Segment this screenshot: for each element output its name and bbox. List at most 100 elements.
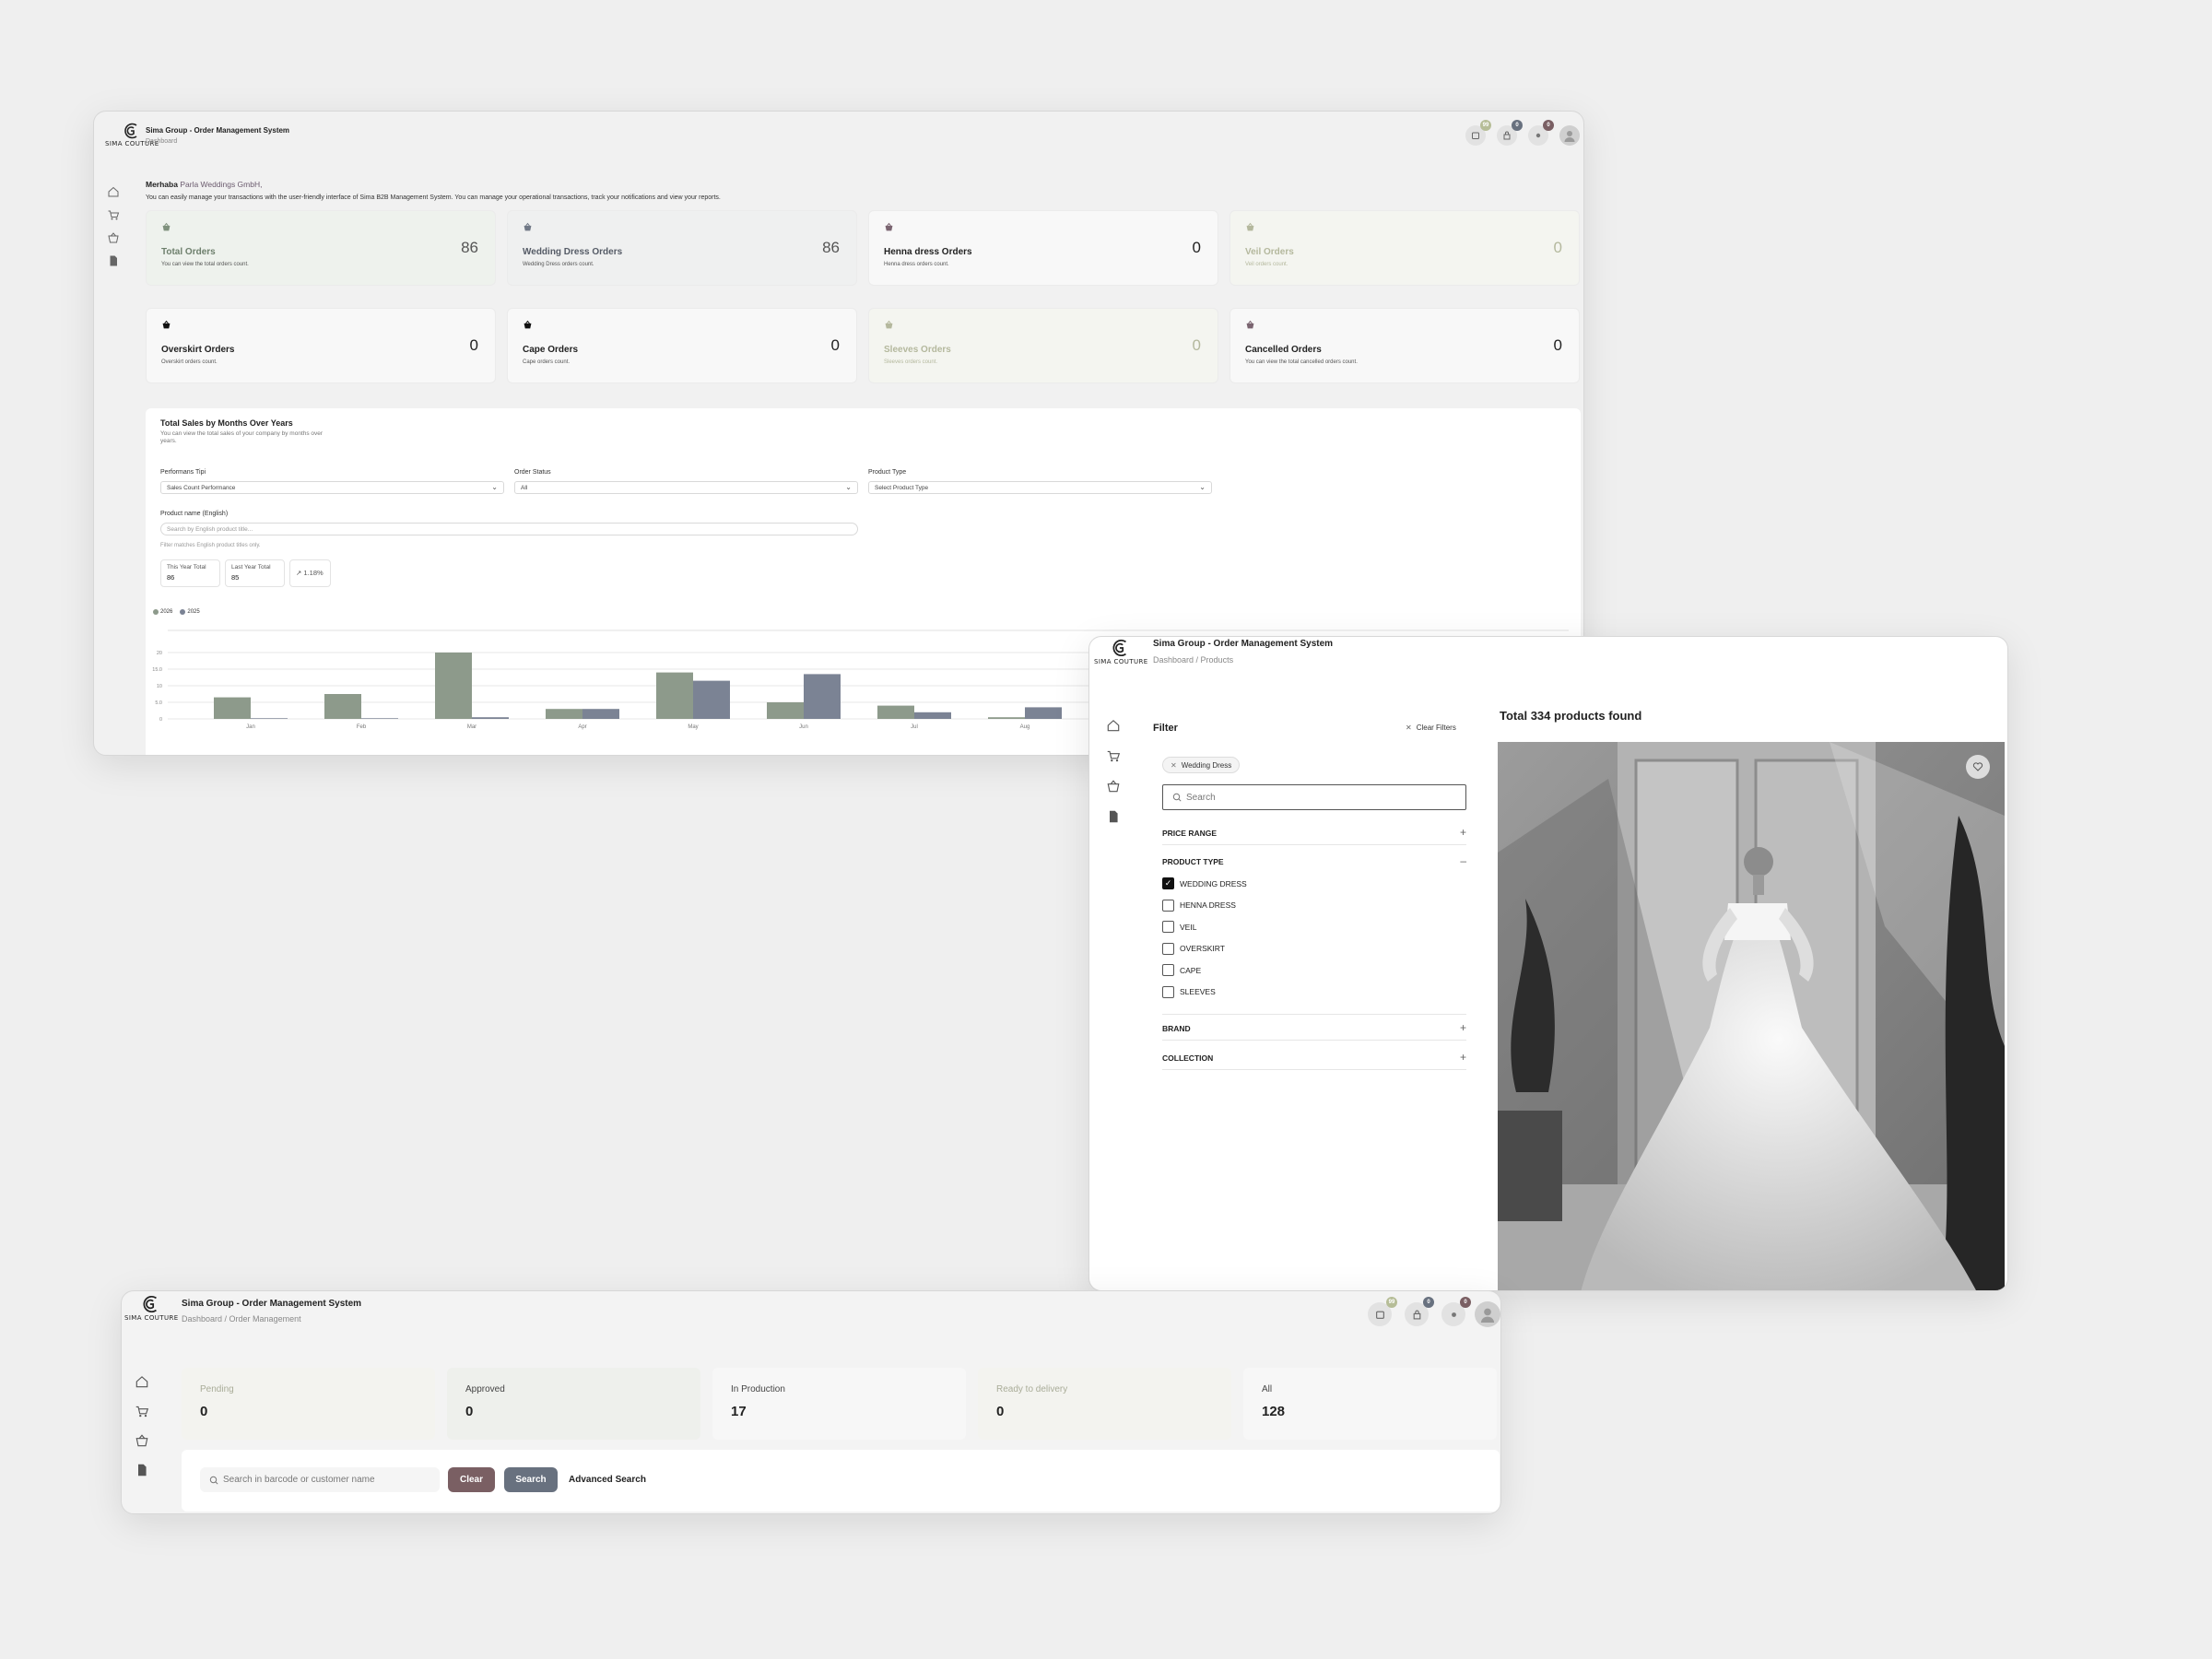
product-type-option[interactable]: HENNA DRESS [1162,895,1247,917]
breadcrumb: Dashboard / Order Management [182,1314,301,1324]
change-percent: ↗ 1.18% [289,559,331,587]
card-description: Henna dress orders count. [884,262,949,267]
product-type-option[interactable]: SLEEVES [1162,982,1247,1004]
order-search-input[interactable]: Search in barcode or customer name [200,1467,440,1492]
order-card[interactable]: Veil Orders Veil orders count. 0 [1230,210,1580,286]
bar-2026-jan [214,697,251,719]
product-type-option[interactable]: ✓ WEDDING DRESS [1162,873,1247,895]
status-card[interactable]: In Production 17 [712,1368,966,1440]
checkbox-icon[interactable] [1162,964,1174,977]
order-status-select[interactable]: All ⌄ [514,481,858,494]
plus-icon: + [1459,1051,1466,1064]
active-filter-chip[interactable]: ✕ Wedding Dress [1162,757,1241,773]
breadcrumb-dashboard[interactable]: Dashboard [1153,655,1194,665]
cart-icon[interactable] [107,208,120,221]
home-icon[interactable] [107,185,120,198]
clear-filters-button[interactable]: ✕ Clear Filters [1406,724,1456,732]
product-type-option[interactable]: VEIL [1162,916,1247,938]
avatar[interactable] [1475,1301,1500,1327]
clear-button[interactable]: Clear [448,1467,495,1492]
orders-button[interactable]: 99 [1465,120,1491,146]
breadcrumb-order-management[interactable]: Order Management [229,1314,301,1324]
bell-icon [1535,133,1541,138]
product-search-input[interactable]: Search [1162,784,1466,810]
cart-button[interactable]: 0 [1497,120,1523,146]
option-label: OVERSKIRT [1180,944,1225,954]
status-card[interactable]: All 128 [1243,1368,1497,1440]
breadcrumb-products[interactable]: Products [1201,655,1234,665]
app-title: Sima Group - Order Management System [182,1299,362,1309]
search-button[interactable]: Search [504,1467,558,1492]
plus-icon: + [1459,1021,1466,1034]
order-card[interactable]: Sleeves Orders Sleeves orders count. 0 [868,308,1218,383]
legend-item-2026[interactable]: 2026 [153,609,172,615]
legend-item-2025[interactable]: 2025 [180,609,200,615]
status-card[interactable]: Ready to delivery 0 [978,1368,1231,1440]
order-card[interactable]: Cape Orders Cape orders count. 0 [507,308,857,383]
orders-icon [1375,1311,1384,1319]
card-value: 0 [830,336,840,354]
status-label: Approved [465,1384,505,1394]
basket-icon[interactable] [135,1433,149,1448]
favorite-button[interactable] [1966,755,1990,779]
checkbox-icon[interactable] [1162,921,1174,934]
close-icon[interactable]: ✕ [1171,761,1177,770]
product-type-select[interactable]: Select Product Type ⌄ [868,481,1212,494]
logo[interactable]: SIMA COUTURE [1094,639,1148,665]
price-range-section[interactable]: PRICE RANGE + [1162,827,1466,845]
order-card[interactable]: Cancelled Orders You can view the total c… [1230,308,1580,383]
card-value: 0 [1192,239,1201,256]
product-name-input[interactable]: Search by English product title... [160,523,858,535]
status-card[interactable]: Approved 0 [447,1368,700,1440]
product-image[interactable] [1498,742,2005,1290]
logo[interactable]: SIMA COUTURE [124,1295,179,1322]
option-label: VEIL [1180,922,1197,932]
advanced-search-link[interactable]: Advanced Search [569,1475,646,1485]
cart-icon[interactable] [1106,748,1121,763]
order-card[interactable]: Henna dress Orders Henna dress orders cou… [868,210,1218,286]
collection-section[interactable]: COLLECTION + [1162,1051,1466,1070]
order-card[interactable]: Wedding Dress Orders Wedding Dress orders… [507,210,857,286]
product-type-option[interactable]: CAPE [1162,959,1247,982]
breadcrumb[interactable]: Dashboard [146,138,177,145]
notifications-button[interactable]: 0 [1441,1297,1471,1326]
bar-2025-may [693,680,730,719]
organization-name: Parla Weddings GmbH, [180,180,263,189]
card-value: 86 [461,239,478,256]
product-name-hint: Filter matches English product titles on… [160,543,261,548]
product-type-value: Select Product Type [875,485,929,491]
orders-button[interactable]: 99 [1368,1297,1397,1326]
home-icon[interactable] [135,1374,149,1389]
checkbox-icon[interactable] [1162,942,1174,955]
checkbox-checked-icon[interactable]: ✓ [1162,877,1174,890]
basket-icon[interactable] [1106,779,1121,794]
status-value: 0 [996,1404,1005,1419]
status-card[interactable]: Pending 0 [182,1368,435,1440]
basket-icon[interactable] [107,231,120,244]
status-label: Ready to delivery [996,1384,1068,1394]
order-card[interactable]: Overskirt Orders Overskirt orders count. 0 [146,308,496,383]
avatar[interactable] [1559,125,1580,146]
notifications-button[interactable]: 0 [1528,120,1554,146]
order-status-label: Order Status [514,469,551,476]
checkbox-icon[interactable] [1162,985,1174,998]
document-icon[interactable] [1106,809,1121,824]
product-type-option[interactable]: OVERSKIRT [1162,938,1247,960]
breadcrumb-dashboard[interactable]: Dashboard [182,1314,222,1324]
status-label: Pending [200,1384,234,1394]
orders-icon [1472,132,1479,139]
document-icon[interactable] [107,254,120,267]
order-card[interactable]: Total Orders You can view the total order… [146,210,496,286]
card-title: Veil Orders [1245,247,1294,257]
brand-section[interactable]: BRAND + [1162,1021,1466,1041]
checkbox-icon[interactable] [1162,899,1174,912]
performance-select[interactable]: Sales Count Performance ⌄ [160,481,504,494]
top-actions: 99 0 0 [1355,1297,1500,1327]
document-icon[interactable] [135,1463,149,1477]
bar-2026-apr [546,709,582,719]
card-description: Veil orders count. [1245,262,1288,267]
home-icon[interactable] [1106,718,1121,733]
card-title: Sleeves Orders [884,345,951,355]
cart-icon[interactable] [135,1404,149,1418]
cart-button[interactable]: 0 [1405,1297,1434,1326]
